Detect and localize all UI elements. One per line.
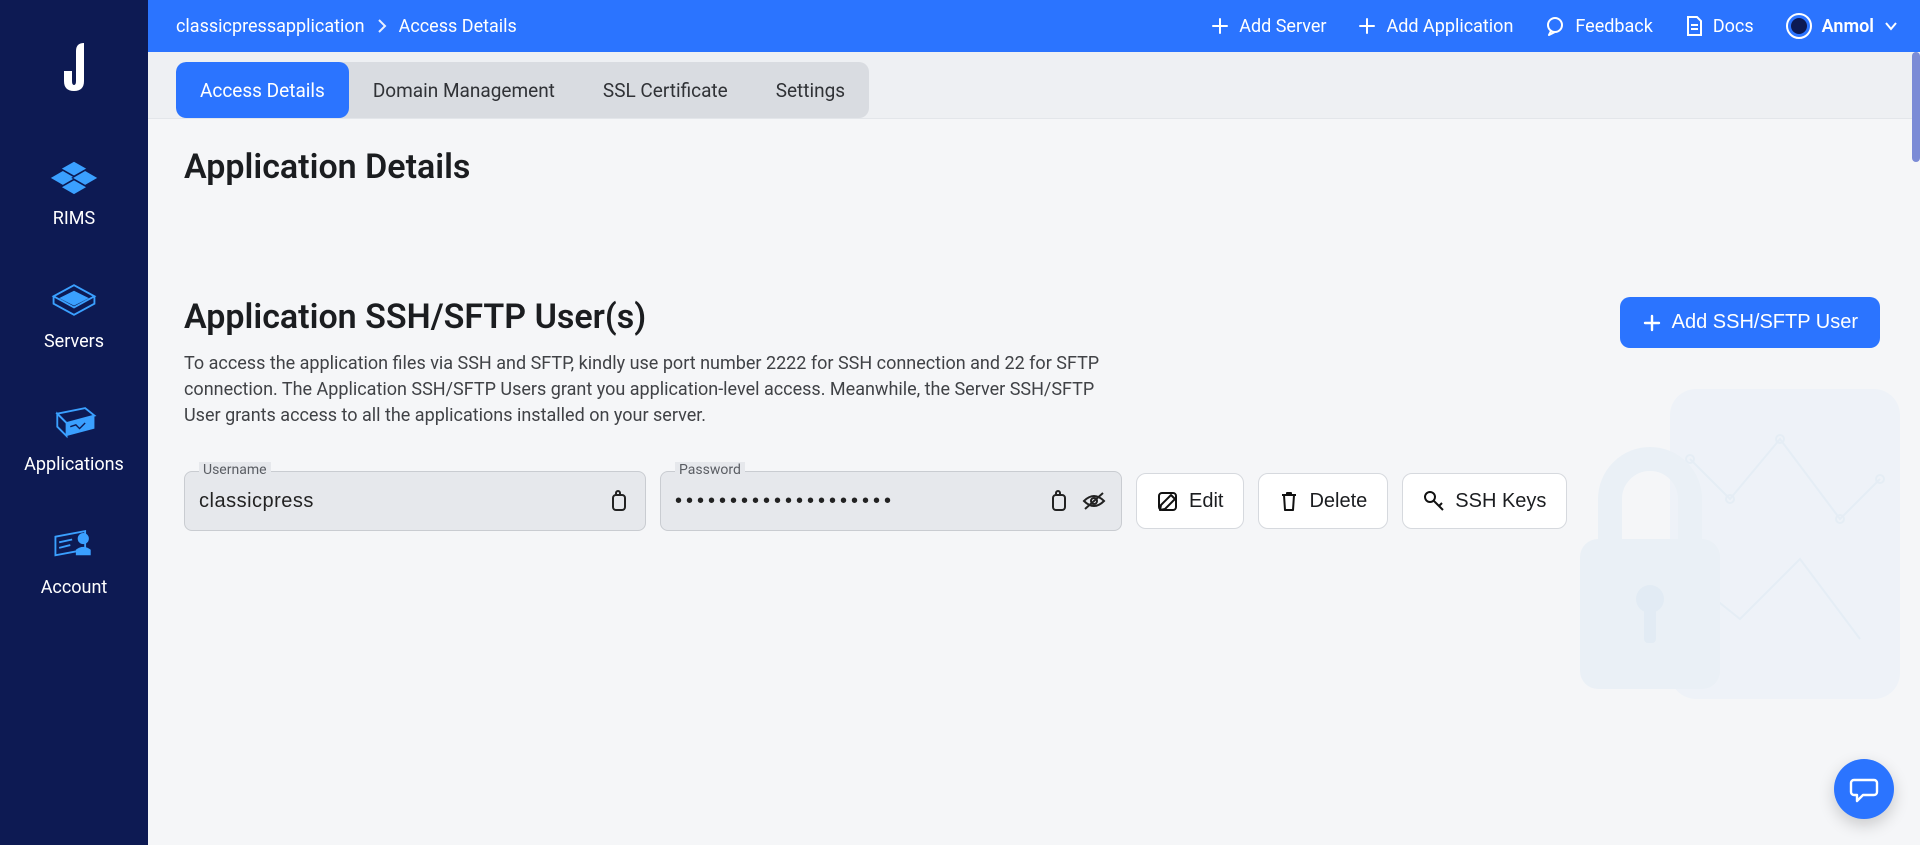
username-input[interactable] [199,490,595,513]
document-icon [1685,16,1703,36]
ssh-heading: Application SSH/SFTP User(s) [184,297,1596,337]
add-application-label: Add Application [1386,16,1513,37]
password-label: Password [675,462,745,478]
tab-label: SSL Certificate [603,79,728,102]
add-application-button[interactable]: Add Application [1358,16,1513,37]
tabs-row: Access Details Domain Management SSL Cer… [148,52,1920,119]
delete-button[interactable]: Delete [1258,473,1388,529]
scrollbar[interactable] [1912,52,1920,162]
edit-button[interactable]: Edit [1136,473,1244,529]
username-label: Username [199,462,271,478]
trash-icon [1279,490,1299,512]
sidebar-item-label: RIMS [53,208,95,229]
breadcrumb: classicpressapplication Access Details [176,16,517,37]
ssh-keys-label: SSH Keys [1455,490,1546,513]
user-menu[interactable]: Anmol [1786,13,1898,39]
brand-logo [52,40,96,96]
feedback-label: Feedback [1575,16,1652,37]
key-icon [1423,490,1445,512]
eye-off-icon[interactable] [1081,488,1107,514]
sidebar-item-applications[interactable]: Applications [0,402,148,475]
applications-icon [48,402,100,444]
sidebar-item-account[interactable]: Account [0,525,148,598]
password-input[interactable] [675,490,1035,513]
tab-label: Domain Management [373,79,555,102]
tab-settings[interactable]: Settings [752,62,869,118]
account-icon [48,525,100,567]
add-server-label: Add Server [1239,16,1326,37]
servers-icon [48,279,100,321]
sidebar-item-label: Applications [24,454,124,475]
ssh-keys-button[interactable]: SSH Keys [1402,473,1567,529]
breadcrumb-app[interactable]: classicpressapplication [176,16,365,37]
sidebar-item-label: Servers [44,331,104,352]
feedback-button[interactable]: Feedback [1545,16,1652,37]
delete-label: Delete [1309,490,1367,513]
add-ssh-user-label: Add SSH/SFTP User [1672,311,1858,334]
user-name: Anmol [1822,16,1874,37]
edit-label: Edit [1189,490,1223,513]
tab-access-details[interactable]: Access Details [176,62,349,118]
add-server-button[interactable]: Add Server [1211,16,1326,37]
chevron-right-icon [377,19,387,33]
sidebar-item-servers[interactable]: Servers [0,279,148,352]
edit-icon [1157,490,1179,512]
chat-icon [1545,16,1565,36]
tab-label: Settings [776,79,845,102]
sidebar-item-label: Account [41,577,108,598]
breadcrumb-page[interactable]: Access Details [399,16,517,37]
page-title: Application Details [184,147,1880,187]
topbar-actions: Add Server Add Application Feedback Docs [1211,13,1898,39]
chat-fab-button[interactable] [1834,759,1894,819]
tab-ssl-certificate[interactable]: SSL Certificate [579,62,752,118]
ssh-user-row: Username Password Ed [184,471,1880,531]
main-column: classicpressapplication Access Details A… [148,0,1920,845]
content: Application Details Application SSH/SFTP… [148,119,1920,845]
plus-icon [1211,17,1229,35]
plus-icon [1358,17,1376,35]
tabs: Access Details Domain Management SSL Cer… [176,62,869,118]
chat-bubble-icon [1849,774,1879,804]
copy-icon[interactable] [1045,488,1071,514]
chevron-down-icon [1884,21,1898,31]
ssh-description: To access the application files via SSH … [184,351,1104,429]
rims-icon [48,156,100,198]
username-field: Username [184,471,646,531]
tab-label: Access Details [200,79,325,102]
sidebar-item-rims[interactable]: RIMS [0,156,148,229]
docs-label: Docs [1713,16,1754,37]
topbar: classicpressapplication Access Details A… [148,0,1920,52]
avatar-icon [1786,13,1812,39]
ssh-section-header: Application SSH/SFTP User(s) To access t… [184,297,1880,429]
add-ssh-user-button[interactable]: Add SSH/SFTP User [1620,297,1880,348]
password-field: Password [660,471,1122,531]
copy-icon[interactable] [605,488,631,514]
sidebar: RIMS Servers Applications [0,0,148,845]
plus-icon [1642,313,1662,333]
tab-domain-management[interactable]: Domain Management [349,62,579,118]
docs-button[interactable]: Docs [1685,16,1754,37]
